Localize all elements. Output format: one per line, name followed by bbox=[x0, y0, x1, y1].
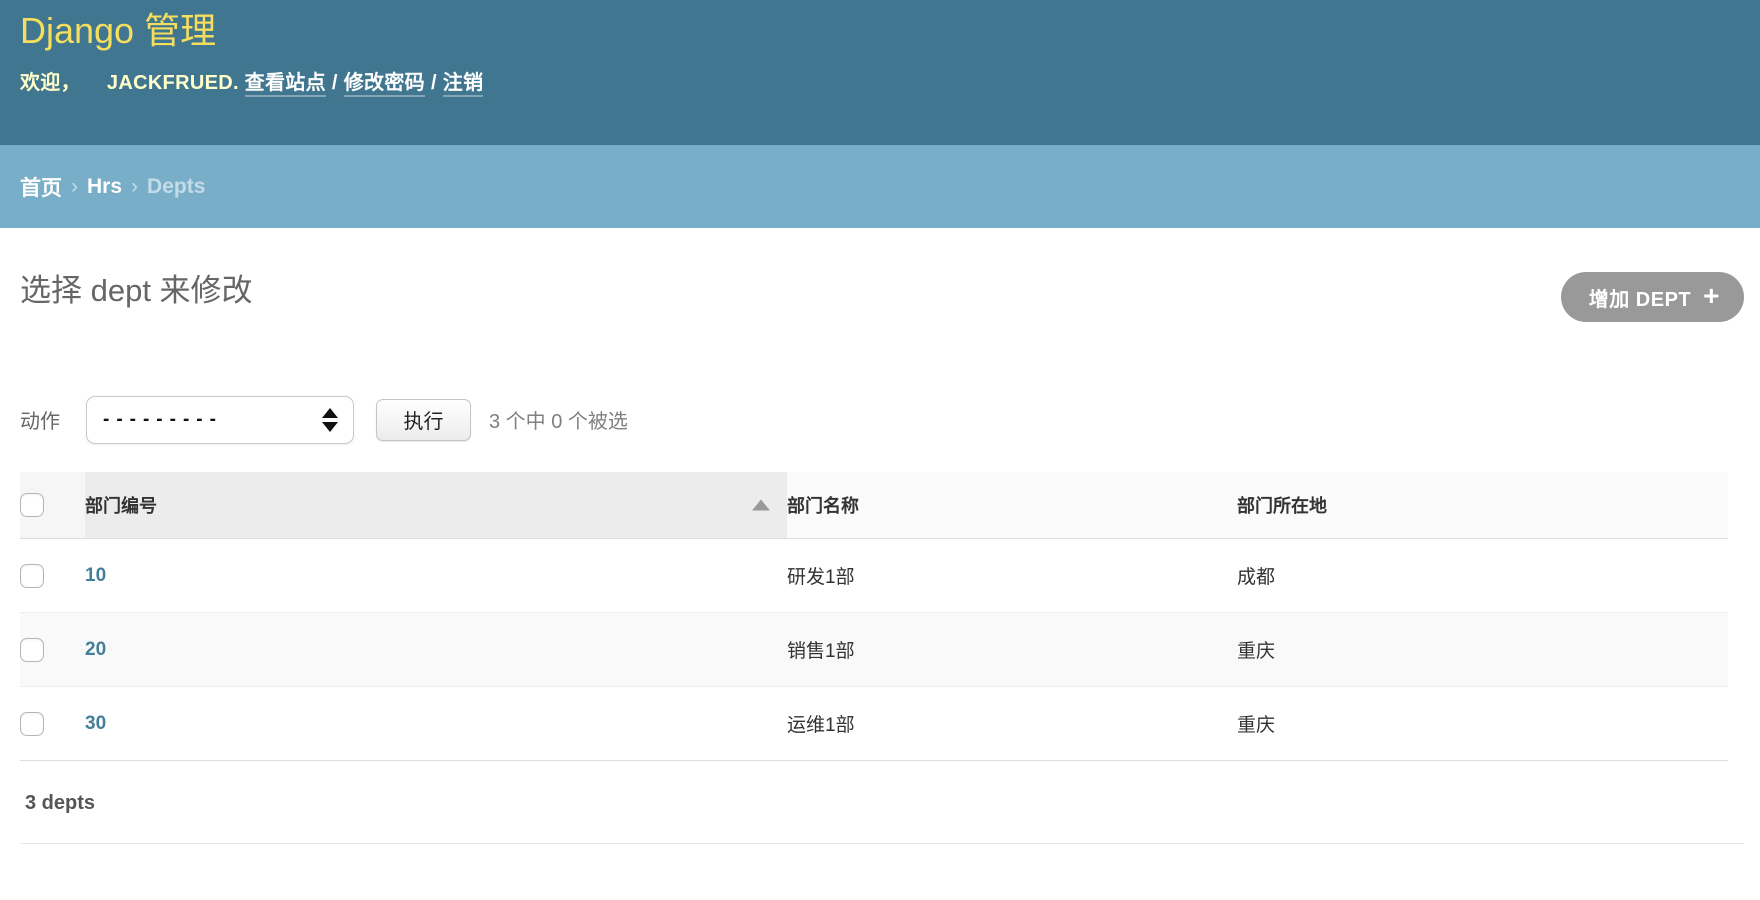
dept-name-cell: 研发1部 bbox=[787, 539, 1237, 613]
dept-change-list-table: 部门编号 部门名称 部门所在地 10 研发1部 成都 20 销售1部 重庆 bbox=[20, 472, 1728, 762]
page-title: 选择 dept 来修改 bbox=[20, 228, 1744, 311]
column-header-dept-location[interactable]: 部门所在地 bbox=[1237, 472, 1728, 539]
chevron-down-icon bbox=[322, 422, 338, 432]
chevron-up-icon bbox=[322, 408, 338, 418]
table-row: 30 运维1部 重庆 bbox=[20, 687, 1728, 761]
row-checkbox[interactable] bbox=[20, 564, 44, 588]
breadcrumb-app-link[interactable]: Hrs bbox=[87, 175, 122, 199]
execute-button[interactable]: 执行 bbox=[376, 399, 471, 441]
add-dept-button-label: 增加 DEPT bbox=[1589, 283, 1691, 312]
welcome-text: 欢迎， bbox=[20, 72, 81, 94]
header-select-all-cell bbox=[20, 472, 85, 539]
footer-divider bbox=[20, 843, 1744, 844]
logout-link[interactable]: 注销 bbox=[443, 72, 484, 97]
paginator-count: 3 depts bbox=[20, 761, 1744, 815]
dept-id-link[interactable]: 10 bbox=[85, 565, 106, 586]
username-period: . bbox=[233, 72, 239, 94]
select-stepper-icon bbox=[322, 408, 338, 432]
select-all-checkbox[interactable] bbox=[20, 493, 44, 517]
app-header: Django 管理 欢迎， JACKFRUED. 查看站点 / 修改密码 / 注销 bbox=[0, 0, 1760, 145]
dept-name-cell: 运维1部 bbox=[787, 687, 1237, 761]
link-separator: / bbox=[332, 72, 338, 94]
action-select-value: --------- bbox=[103, 409, 223, 431]
add-dept-button[interactable]: 增加 DEPT + bbox=[1561, 272, 1744, 322]
table-header-row: 部门编号 部门名称 部门所在地 bbox=[20, 472, 1728, 539]
dept-id-link[interactable]: 30 bbox=[85, 713, 106, 734]
dept-location-cell: 重庆 bbox=[1237, 613, 1728, 687]
row-checkbox[interactable] bbox=[20, 638, 44, 662]
table-row: 10 研发1部 成都 bbox=[20, 539, 1728, 613]
breadcrumb: 首页 › Hrs › Depts bbox=[0, 145, 1760, 228]
column-header-dept-no[interactable]: 部门编号 bbox=[85, 472, 787, 539]
content-area: 选择 dept 来修改 增加 DEPT + 动作 --------- 执行 3 … bbox=[0, 228, 1760, 844]
breadcrumb-current: Depts bbox=[147, 175, 205, 199]
sort-ascending-icon[interactable] bbox=[752, 500, 770, 511]
selection-counter: 3 个中 0 个被选 bbox=[489, 405, 628, 434]
breadcrumb-separator: › bbox=[71, 175, 78, 199]
view-site-link[interactable]: 查看站点 bbox=[245, 72, 326, 97]
actions-bar: 动作 --------- 执行 3 个中 0 个被选 bbox=[20, 396, 1744, 444]
actions-label: 动作 bbox=[20, 405, 60, 434]
dept-id-link[interactable]: 20 bbox=[85, 639, 106, 660]
site-title[interactable]: Django 管理 bbox=[20, 0, 1740, 53]
dept-name-cell: 销售1部 bbox=[787, 613, 1237, 687]
column-header-dept-name[interactable]: 部门名称 bbox=[787, 472, 1237, 539]
row-checkbox[interactable] bbox=[20, 712, 44, 736]
dept-location-cell: 成都 bbox=[1237, 539, 1728, 613]
action-select[interactable]: --------- bbox=[86, 396, 354, 444]
dept-location-cell: 重庆 bbox=[1237, 687, 1728, 761]
link-separator: / bbox=[431, 72, 437, 94]
change-password-link[interactable]: 修改密码 bbox=[344, 72, 425, 97]
username: JACKFRUED bbox=[107, 72, 233, 94]
breadcrumb-home-link[interactable]: 首页 bbox=[20, 172, 62, 202]
table-row: 20 销售1部 重庆 bbox=[20, 613, 1728, 687]
breadcrumb-separator: › bbox=[131, 175, 138, 199]
user-tools: 欢迎， JACKFRUED. 查看站点 / 修改密码 / 注销 bbox=[20, 66, 1740, 95]
